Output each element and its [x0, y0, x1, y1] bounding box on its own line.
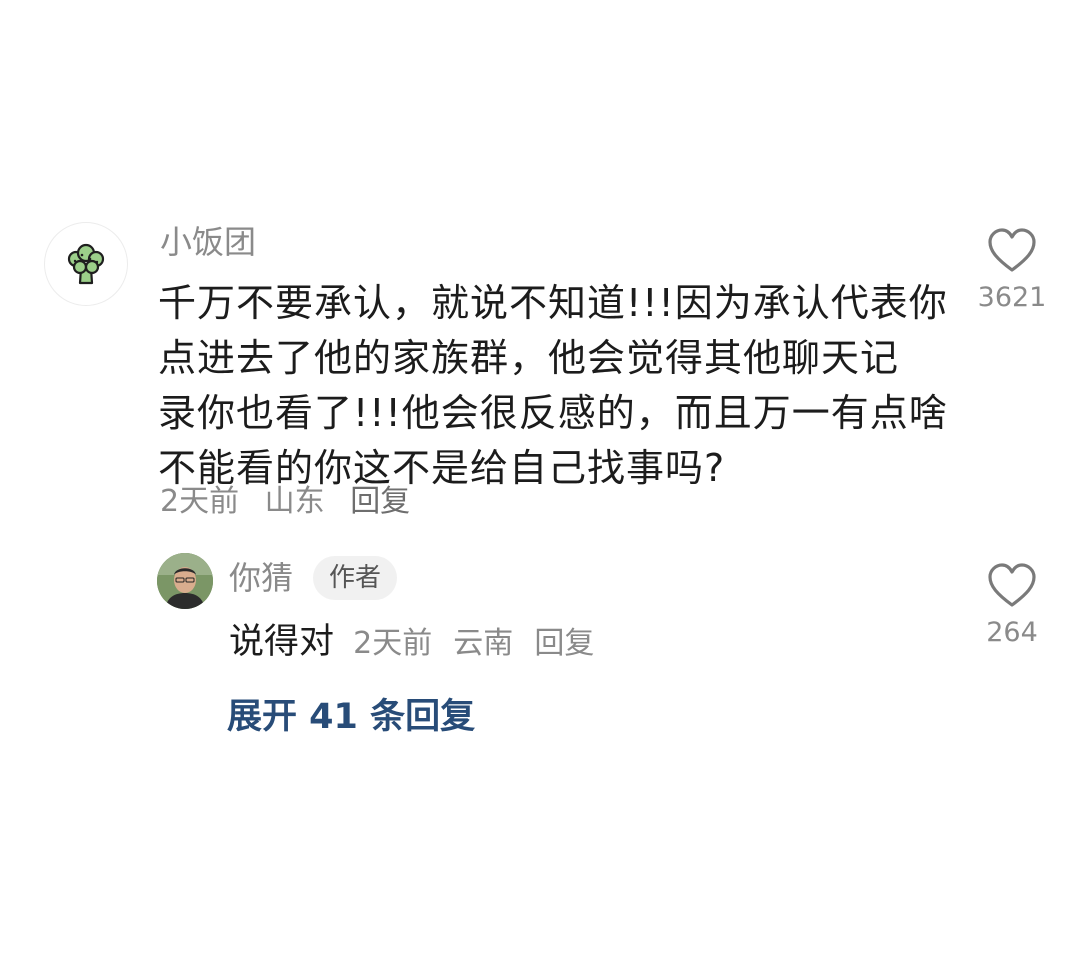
author-avatar[interactable]	[157, 553, 213, 609]
reply-reply-button[interactable]: 回复	[534, 626, 594, 661]
commenter-avatar[interactable]	[44, 222, 128, 306]
reply-like-count: 264	[986, 617, 1038, 648]
author-username[interactable]: 你猜	[229, 556, 293, 600]
reply-button[interactable]: 回复	[350, 484, 410, 519]
reply-time: 2天前	[353, 626, 433, 661]
person-photo-icon	[157, 553, 213, 609]
heart-icon	[988, 228, 1036, 272]
comment-content: 千万不要承认，就说不知道!!!因为承认代表你 点进去了他的家族群，他会觉得其他聊…	[158, 276, 948, 496]
like-button[interactable]: 3621	[974, 228, 1050, 318]
comment-line: 千万不要承认，就说不知道!!!因为承认代表你	[158, 281, 948, 325]
commenter-username[interactable]: 小饭团	[160, 220, 256, 264]
reply-text: 说得对	[229, 622, 335, 662]
reply-like-button[interactable]: 264	[974, 563, 1050, 653]
comment-time: 2天前	[160, 484, 240, 519]
author-reply: 说得对 2天前 云南 回复	[229, 618, 610, 672]
comment-meta: 2天前 山东 回复	[160, 480, 426, 524]
like-count: 3621	[977, 282, 1047, 313]
comment-line: 录你也看了!!!他会很反感的，而且万一有点啥	[158, 391, 948, 435]
author-badge: 作者	[313, 556, 398, 600]
comment-line: 点进去了他的家族群，他会觉得其他聊天记	[158, 336, 900, 380]
heart-icon	[988, 563, 1036, 607]
broccoli-icon	[67, 243, 105, 285]
reply-location: 云南	[453, 626, 514, 661]
comment-location: 山东	[264, 484, 325, 519]
expand-replies-button[interactable]: 展开 41 条回复	[227, 693, 475, 741]
